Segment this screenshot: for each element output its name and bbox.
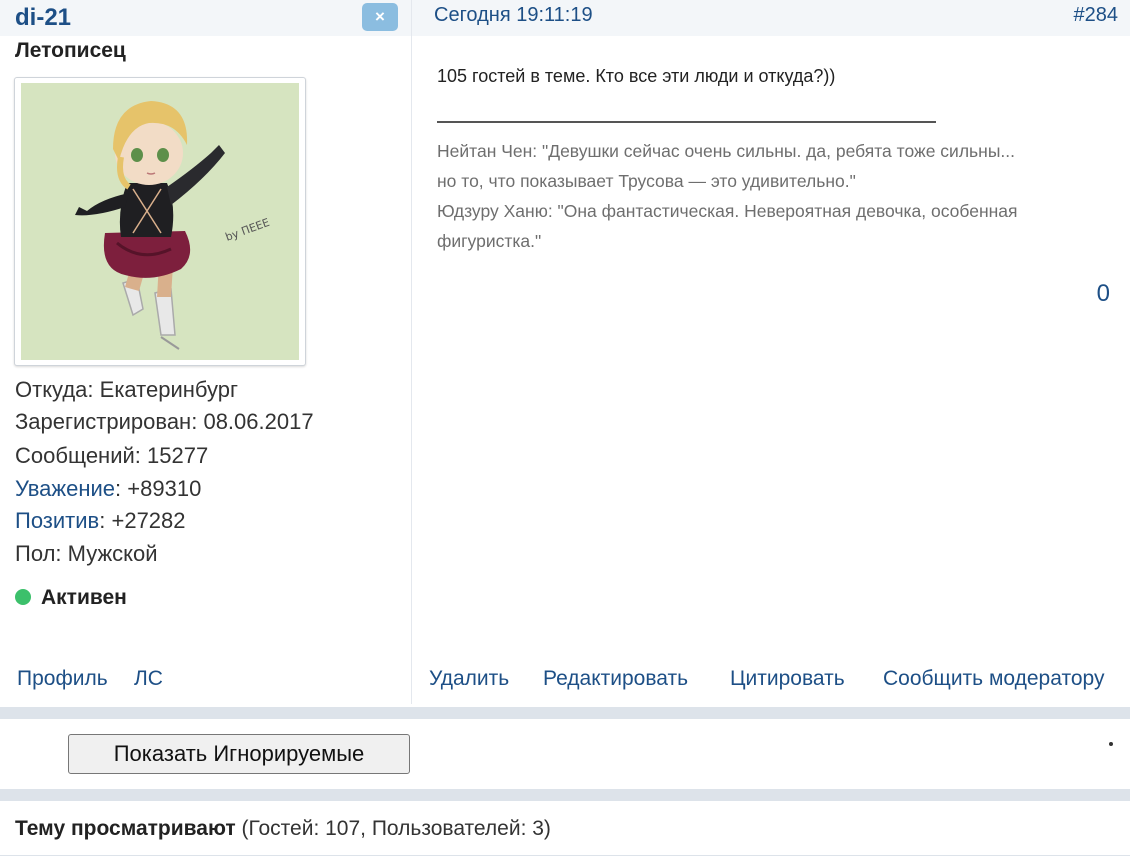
bullet-icon bbox=[1109, 742, 1113, 746]
post-number-link[interactable]: #284 bbox=[1074, 4, 1119, 27]
pm-link[interactable]: ЛС bbox=[134, 667, 163, 691]
info-location: Откуда: Екатеринбург bbox=[15, 377, 238, 403]
registered-value: 08.06.2017 bbox=[203, 409, 314, 434]
delete-link[interactable]: Удалить bbox=[429, 667, 509, 691]
positive-link[interactable]: Позитив bbox=[15, 508, 99, 533]
post-date: Сегодня 19:11:19 bbox=[434, 4, 593, 26]
signature-line: Юдзуру Ханю: "Она фантастическая. Неверо… bbox=[437, 201, 1018, 221]
user-panel: di-21 × Летописец by ПЕЕЕ Откуда: Екатер… bbox=[0, 0, 411, 704]
viewers-label: Тему просматривают bbox=[15, 817, 236, 840]
viewers-text: Тему просматривают (Гостей: 107, Пользов… bbox=[15, 817, 551, 841]
gender-value: Мужской bbox=[67, 541, 158, 566]
info-registered: Зарегистрирован: 08.06.2017 bbox=[15, 409, 314, 435]
quote-link[interactable]: Цитировать bbox=[730, 667, 845, 691]
online-dot-icon bbox=[15, 589, 31, 605]
separator-band bbox=[0, 789, 1130, 801]
info-positive: Позитив: +27282 bbox=[15, 508, 186, 533]
close-button[interactable]: × bbox=[362, 3, 398, 31]
respect-link[interactable]: Уважение bbox=[15, 476, 115, 501]
info-gender: Пол: Мужской bbox=[15, 541, 158, 567]
messages-label: Сообщений: bbox=[15, 443, 141, 468]
respect-value: +89310 bbox=[127, 476, 202, 501]
avatar[interactable]: by ПЕЕЕ bbox=[14, 77, 306, 366]
ignore-row: Показать Игнорируемые bbox=[0, 719, 1130, 789]
signature-line: фигуристка." bbox=[437, 231, 542, 251]
user-rank: Летописец bbox=[15, 39, 126, 62]
signature: Нейтан Чен: "Девушки сейчас очень сильны… bbox=[437, 136, 1117, 256]
forum-post: di-21 × Летописец by ПЕЕЕ Откуда: Екатер… bbox=[0, 0, 1130, 704]
profile-link[interactable]: Профиль bbox=[17, 667, 108, 691]
message-panel: Сегодня 19:11:19 #284 105 гостей в теме.… bbox=[412, 0, 1130, 704]
avatar-image: by ПЕЕЕ bbox=[21, 83, 299, 360]
signature-line: но то, что показывает Трусова — это удив… bbox=[437, 171, 856, 191]
gender-label: Пол: bbox=[15, 541, 62, 566]
registered-label: Зарегистрирован: bbox=[15, 409, 198, 434]
post-text: 105 гостей в теме. Кто все эти люди и от… bbox=[437, 66, 836, 86]
show-ignored-button[interactable]: Показать Игнорируемые bbox=[68, 734, 410, 774]
signature-line: Нейтан Чен: "Девушки сейчас очень сильны… bbox=[437, 141, 1015, 161]
reputation-count[interactable]: 0 bbox=[1097, 280, 1110, 308]
online-status: Активен bbox=[15, 586, 127, 610]
topic-viewers: Тему просматривают (Гостей: 107, Пользов… bbox=[0, 801, 1130, 856]
location-label: Откуда: bbox=[15, 377, 94, 402]
positive-value: +27282 bbox=[111, 508, 186, 533]
messages-value: 15277 bbox=[147, 443, 209, 468]
separator-band bbox=[0, 707, 1130, 719]
username-link[interactable]: di-21 bbox=[15, 4, 71, 32]
signature-separator bbox=[437, 121, 936, 123]
location-value: Екатеринбург bbox=[99, 377, 239, 402]
viewers-detail: (Гостей: 107, Пользователей: 3) bbox=[241, 817, 551, 840]
info-messages: Сообщений: 15277 bbox=[15, 443, 208, 469]
report-link[interactable]: Сообщить модератору bbox=[883, 667, 1104, 691]
status-label: Активен bbox=[41, 586, 127, 609]
edit-link[interactable]: Редактировать bbox=[543, 667, 688, 691]
info-respect: Уважение: +89310 bbox=[15, 476, 202, 501]
